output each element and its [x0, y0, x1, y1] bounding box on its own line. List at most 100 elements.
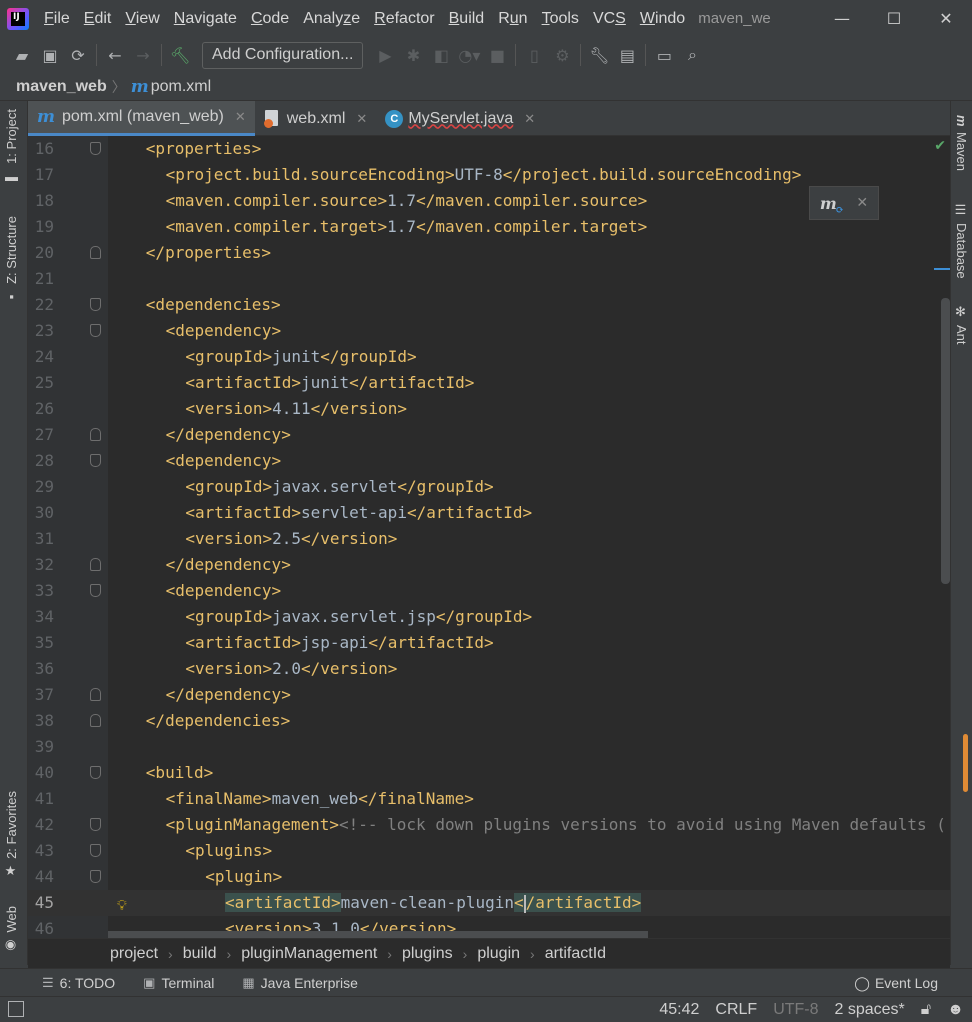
lock-icon[interactable]: 🔓︎ [921, 1001, 931, 1019]
tab-web-xml[interactable]: web.xml ✕ [255, 101, 377, 136]
line-separator[interactable]: CRLF [715, 1001, 757, 1019]
project-tool-tab[interactable]: ▬ 1: Project [4, 109, 19, 184]
coverage-icon[interactable]: ◧ [427, 41, 455, 69]
terminal-tool-button[interactable]: ▣ Terminal [143, 975, 214, 991]
menu-run[interactable]: Run [491, 10, 534, 28]
structure-crumb[interactable]: build [183, 945, 217, 963]
sync-icon[interactable]: ⟳ [64, 41, 92, 69]
build-hammer-icon[interactable]: 🔨︎ [166, 41, 194, 69]
structure-crumb[interactable]: plugin [477, 945, 520, 963]
code-line[interactable]: 31 <version>2.5</version> [28, 526, 950, 552]
menu-vcs[interactable]: VCS [586, 10, 633, 28]
fold-marker-icon[interactable] [90, 870, 101, 883]
code-line[interactable]: 25 <artifactId>junit</artifactId> [28, 370, 950, 396]
code-line[interactable]: 16 <properties> [28, 136, 950, 162]
code-line[interactable]: 23 <dependency> [28, 318, 950, 344]
menu-analyze[interactable]: Analyze [296, 10, 367, 28]
fold-marker-icon[interactable] [90, 844, 101, 857]
nav-project[interactable]: maven_web [16, 78, 107, 96]
fold-marker-icon[interactable] [90, 584, 101, 597]
menu-windo[interactable]: Windo [633, 10, 692, 28]
menu-refactor[interactable]: Refactor [367, 10, 441, 28]
maven-reload-icon[interactable]: m ⟳ [820, 194, 844, 216]
ant-tool-tab[interactable]: ✻ Ant [954, 305, 969, 345]
tab-pom-xml[interactable]: m pom.xml (maven_web) ✕ [28, 101, 255, 136]
code-line[interactable]: 26 <version>4.11</version> [28, 396, 950, 422]
fold-marker-icon[interactable] [90, 428, 101, 441]
debug-icon[interactable]: ✱ [399, 41, 427, 69]
code-line[interactable]: 30 <artifactId>servlet-api</artifactId> [28, 500, 950, 526]
fold-marker-icon[interactable] [90, 714, 101, 727]
maven-tool-tab[interactable]: m Maven [954, 115, 969, 171]
plugin-update-icon[interactable]: ⚙ [548, 41, 576, 69]
close-icon[interactable]: ✕ [235, 109, 246, 125]
open-folder-icon[interactable]: ▰ [8, 41, 36, 69]
fold-marker-icon[interactable] [90, 766, 101, 779]
vertical-scrollbar[interactable] [941, 298, 950, 584]
presentation-icon[interactable]: ▭ [650, 41, 678, 69]
structure-tool-tab[interactable]: ▪ Z: Structure [4, 216, 19, 304]
menu-navigate[interactable]: Navigate [167, 10, 244, 28]
code-line[interactable]: 20 </properties> [28, 240, 950, 266]
code-line[interactable]: 33 <dependency> [28, 578, 950, 604]
menu-code[interactable]: Code [244, 10, 296, 28]
project-structure-icon[interactable]: ▤ [613, 41, 641, 69]
fold-marker-icon[interactable] [90, 324, 101, 337]
code-line[interactable]: 37 </dependency> [28, 682, 950, 708]
code-line[interactable]: 39 [28, 734, 950, 760]
code-line[interactable]: 38 </dependencies> [28, 708, 950, 734]
code-line[interactable]: 41 <finalName>maven_web</finalName> [28, 786, 950, 812]
code-line[interactable]: 43 <plugins> [28, 838, 950, 864]
save-all-icon[interactable]: ▣ [36, 41, 64, 69]
inspector-icon[interactable]: ☻ [947, 1001, 964, 1019]
todo-tool-button[interactable]: ☰ 6: TODO [42, 975, 115, 991]
code-line[interactable]: 22 <dependencies> [28, 292, 950, 318]
code-line[interactable]: 40 <build> [28, 760, 950, 786]
search-icon[interactable]: ⌕ [678, 41, 706, 69]
menu-edit[interactable]: Edit [77, 10, 119, 28]
settings-wrench-icon[interactable]: 🔧︎ [585, 41, 613, 69]
structure-crumb[interactable]: pluginManagement [241, 945, 377, 963]
maximize-button[interactable]: ☐ [868, 0, 920, 37]
code-line[interactable]: 34 <groupId>javax.servlet.jsp</groupId> [28, 604, 950, 630]
code-line[interactable]: 27 </dependency> [28, 422, 950, 448]
menu-tools[interactable]: Tools [535, 10, 586, 28]
add-configuration-button[interactable]: Add Configuration... [202, 41, 364, 69]
fold-marker-icon[interactable] [90, 818, 101, 831]
close-icon[interactable]: ✕ [356, 111, 367, 127]
toggle-tool-windows-icon[interactable] [8, 1001, 24, 1017]
close-icon[interactable]: ✕ [524, 111, 535, 127]
structure-crumb[interactable]: plugins [402, 945, 453, 963]
horizontal-scrollbar[interactable] [108, 931, 648, 938]
minimize-button[interactable]: — [816, 0, 868, 37]
caret-position[interactable]: 45:42 [659, 1001, 699, 1019]
fold-marker-icon[interactable] [90, 246, 101, 259]
file-encoding[interactable]: UTF-8 [773, 1001, 818, 1019]
structure-crumb[interactable]: project [110, 945, 158, 963]
profile-icon[interactable]: ◔▾ [455, 41, 483, 69]
database-tool-tab[interactable]: ☰ Database [954, 203, 969, 279]
code-line[interactable]: 32 </dependency> [28, 552, 950, 578]
favorites-tool-tab[interactable]: ★ 2: Favorites [4, 791, 19, 879]
fold-marker-icon[interactable] [90, 298, 101, 311]
menu-view[interactable]: View [118, 10, 166, 28]
code-line[interactable]: 35 <artifactId>jsp-api</artifactId> [28, 630, 950, 656]
fold-marker-icon[interactable] [90, 142, 101, 155]
code-line[interactable]: 44 <plugin> [28, 864, 950, 890]
code-line[interactable]: 17 <project.build.sourceEncoding>UTF-8</p… [28, 162, 950, 188]
fold-marker-icon[interactable] [90, 454, 101, 467]
code-line[interactable]: 24 <groupId>junit</groupId> [28, 344, 950, 370]
structure-crumb[interactable]: artifactId [545, 945, 606, 963]
code-line[interactable]: 42 <pluginManagement><!-- lock down plugi… [28, 812, 950, 838]
fold-marker-icon[interactable] [90, 558, 101, 571]
menu-file[interactable]: File [37, 10, 77, 28]
tab-myservlet-java[interactable]: C MyServlet.java ✕ [376, 101, 544, 136]
device-icon[interactable]: ▯ [520, 41, 548, 69]
code-editor[interactable]: 16 <properties> 17 <project.build.sourceEnc… [28, 136, 950, 938]
fold-marker-icon[interactable] [90, 688, 101, 701]
close-icon[interactable]: ✕ [856, 195, 868, 211]
close-window-button[interactable]: ✕ [920, 0, 972, 37]
event-log-button[interactable]: ◯ Event Log [854, 969, 938, 997]
menu-build[interactable]: Build [442, 10, 492, 28]
indent-setting[interactable]: 2 spaces* [835, 1001, 905, 1019]
